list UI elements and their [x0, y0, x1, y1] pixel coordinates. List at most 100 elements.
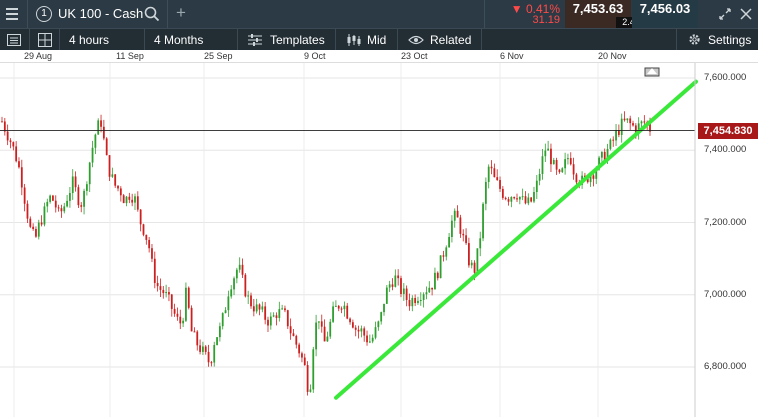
layout-button[interactable] [30, 29, 60, 51]
candle-body [244, 274, 247, 297]
expand-icon[interactable] [718, 7, 732, 21]
candle-body [552, 160, 555, 165]
instrument-number-badge: 1 [36, 6, 52, 22]
price-axis-label: 7,600.000 [704, 72, 747, 83]
candle-body [402, 288, 405, 294]
date-label: 23 Oct [401, 51, 428, 61]
candle-body [12, 142, 15, 147]
candle-body [360, 328, 363, 332]
candle-body [18, 161, 20, 168]
candle-body [218, 326, 221, 338]
candle-body [221, 313, 224, 327]
candle-body [470, 262, 473, 266]
candle-body [357, 329, 360, 332]
candle-body [615, 130, 617, 141]
candle-body [216, 337, 218, 346]
candle-body [168, 292, 170, 295]
candle-body [623, 118, 626, 121]
candle-body [626, 118, 629, 121]
trendline[interactable] [334, 79, 698, 400]
candle-body [57, 207, 60, 209]
candle-body [414, 297, 417, 304]
candle-body [516, 198, 518, 200]
candle-body [190, 307, 193, 332]
candle-body [391, 284, 394, 287]
candle-body [524, 196, 527, 204]
sell-price: 7,453.63 [572, 1, 624, 16]
grid-layout-icon [38, 33, 52, 47]
candle-body [230, 289, 233, 297]
candle-body [467, 243, 470, 266]
alert-marker-icon[interactable] [644, 67, 660, 77]
candle-body [179, 316, 182, 324]
candle-body [173, 308, 176, 314]
related-button[interactable]: Related [398, 29, 482, 51]
date-label: 11 Sep [116, 51, 144, 61]
candle-body [286, 310, 289, 327]
candle-body [213, 345, 216, 363]
list-icon [7, 34, 21, 46]
candle-body [196, 331, 199, 346]
candle-body [521, 196, 524, 198]
candle-body [465, 235, 467, 244]
candle-body [94, 134, 97, 148]
settings-label: Settings [708, 33, 752, 47]
menu-icon-top[interactable] [6, 8, 18, 20]
candle-body [456, 210, 459, 218]
candle-body [394, 275, 397, 287]
candle-body [490, 166, 493, 169]
candle-body [431, 287, 434, 290]
date-label: 9 Oct [304, 51, 326, 61]
candle-body [533, 192, 535, 202]
buy-price: 7,456.03 [639, 1, 691, 16]
candle-body [445, 247, 448, 257]
candle-body [487, 166, 490, 182]
instrument-name[interactable]: UK 100 - Cash [58, 6, 143, 21]
templates-button[interactable]: Templates [238, 29, 336, 51]
price-axis-label: 7,400.000 [704, 144, 747, 155]
candle-body [448, 236, 450, 248]
add-instrument-button[interactable]: + [176, 3, 186, 23]
candle-body [238, 264, 241, 270]
price-type-dropdown[interactable]: Mid [336, 29, 398, 51]
eye-icon [408, 35, 424, 45]
candle-body [102, 126, 105, 139]
candle-body [564, 159, 567, 169]
toolbar-menu-button[interactable] [0, 29, 30, 51]
candle-body [6, 131, 9, 141]
buy-price-button[interactable]: 7,456.03 [632, 0, 698, 28]
candle-body [66, 200, 68, 207]
candle-body [9, 140, 12, 143]
candle-body [298, 344, 301, 354]
interval-dropdown[interactable]: 4 hours [60, 29, 145, 51]
candle-body [261, 306, 264, 310]
candle-body [592, 175, 595, 179]
candle-body [442, 255, 445, 257]
candle-body [119, 188, 122, 196]
candle-body [153, 258, 156, 283]
candle-body [162, 289, 165, 294]
range-dropdown[interactable]: 4 Months [145, 29, 238, 51]
candle-body [108, 155, 111, 177]
candle-body [419, 299, 422, 301]
candle-body [400, 278, 402, 294]
price-chart[interactable] [0, 63, 758, 417]
candle-body [136, 196, 139, 210]
candle-body [527, 197, 530, 204]
candle-body [496, 177, 499, 181]
candle-body [405, 288, 408, 300]
settings-button[interactable]: Settings [676, 29, 758, 51]
candle-body [77, 187, 80, 206]
close-icon[interactable] [740, 7, 752, 20]
candle-body [422, 294, 425, 300]
gear-icon [689, 34, 700, 45]
candle-body [318, 321, 320, 323]
current-price-tag: 7,454.830 [698, 123, 758, 139]
candle-body [462, 233, 465, 236]
candle-body [29, 218, 32, 227]
candle-body [408, 299, 411, 307]
candle-body [247, 295, 250, 297]
candle-body [544, 150, 547, 157]
search-icon[interactable] [144, 6, 160, 22]
candle-body [176, 313, 179, 317]
